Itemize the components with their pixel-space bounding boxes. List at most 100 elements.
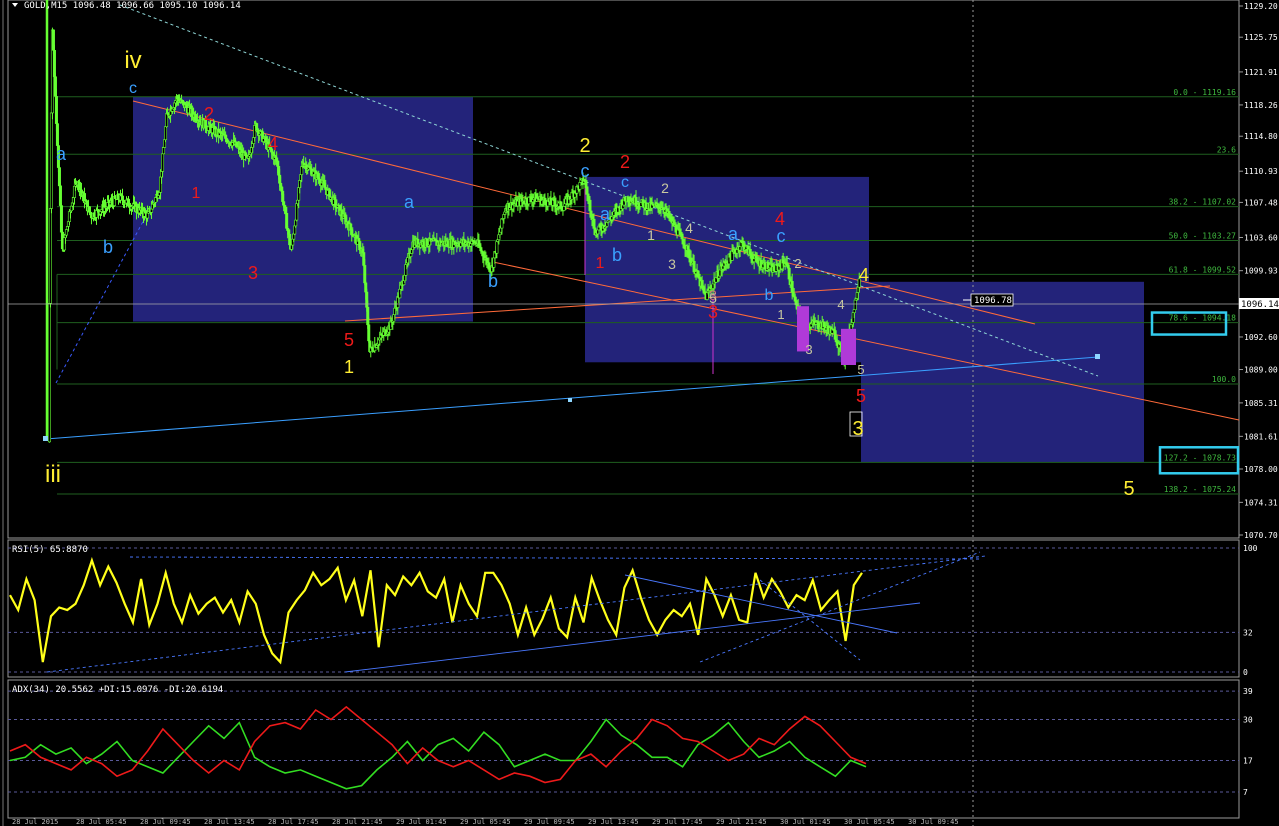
wave-label-iv: iv — [124, 47, 141, 74]
candle-body — [64, 229, 68, 236]
wave-label-3: 3 — [852, 418, 863, 440]
candle-body — [282, 201, 286, 206]
wave-label-c3: c — [621, 174, 629, 191]
wave-label-b3: b — [612, 245, 622, 265]
y-tick-label: 1114.80 — [1244, 132, 1278, 141]
candle-body — [162, 147, 166, 155]
wave-label-c4: c — [777, 226, 786, 246]
y-tick-label: 1118.26 — [1244, 101, 1278, 110]
x-axis-label: 30 Jul 09:45 — [908, 818, 959, 826]
candle-body — [59, 205, 63, 233]
candle-body — [47, 302, 51, 443]
rsi-header: RSI(5) 65.8870 — [12, 545, 88, 555]
crosshair-price-label: 1096.78 — [974, 296, 1012, 306]
x-axis-label: 28 Jul 09:45 — [140, 818, 191, 826]
y-tick-label: 1099.93 — [1244, 267, 1278, 276]
rsi-tick-label: 32 — [1243, 628, 1253, 637]
candle-body — [853, 299, 857, 311]
trading-chart[interactable]: 0.0 - 1119.16 23.6 38.2 - 1107.02 50.0 - 11… — [0, 0, 1279, 826]
wave-label-a4: a — [728, 224, 739, 244]
candle-body — [641, 199, 645, 203]
y-tick-label: 1110.93 — [1244, 167, 1278, 176]
candle-body — [54, 96, 58, 124]
candle-body — [49, 112, 53, 209]
symbol-header: GOLD,M15 1096.48 1096.66 1095.10 1096.14 — [24, 1, 241, 11]
wave-label-b4: b — [765, 287, 774, 304]
anchor-point — [43, 436, 48, 441]
x-axis-label: 28 Jul 2015 — [12, 818, 58, 826]
fib-label: 38.2 - 1107.02 — [1169, 198, 1237, 207]
wave-label-small-5b: 5 — [857, 362, 864, 377]
candle-body — [852, 309, 856, 313]
candle-body — [498, 231, 502, 236]
y-tick-label: 1085.31 — [1244, 399, 1278, 408]
candle-body — [495, 241, 499, 254]
candle-body — [295, 203, 299, 221]
candle-body — [363, 265, 367, 284]
wave-label-a: a — [56, 144, 67, 164]
wave-label-4: 4 — [859, 265, 869, 285]
current-price-label: 1096.14 — [1241, 300, 1279, 310]
wave-label-red-5b: 5 — [856, 386, 866, 406]
wave-label-a3: a — [600, 204, 611, 224]
wave-label-small-2b: 2 — [794, 256, 801, 271]
fib-label: 100.0 — [1212, 375, 1236, 384]
candle-body — [87, 206, 91, 213]
y-tick-label: 1129.20 — [1244, 2, 1278, 11]
candle-body — [562, 206, 566, 211]
wave-label-small-1b: 1 — [777, 307, 784, 322]
wave-label-red-1b: 1 — [596, 255, 605, 272]
x-axis-label: 30 Jul 05:45 — [844, 818, 895, 826]
y-tick-label: 1092.60 — [1244, 333, 1278, 342]
candle-body — [692, 260, 696, 273]
x-axis-label: 28 Jul 21:45 — [332, 818, 383, 826]
rsi-tick-label: 0 — [1243, 668, 1248, 677]
adx-tick-label: 39 — [1243, 687, 1253, 696]
wave-label-red-5: 5 — [344, 330, 354, 350]
wave-label-small-2: 2 — [661, 180, 669, 196]
y-tick-label: 1070.70 — [1244, 531, 1278, 540]
rsi-tick-label: 100 — [1243, 544, 1258, 553]
wave-label-red-2b: 2 — [620, 152, 630, 172]
x-axis-label: 28 Jul 13:45 — [204, 818, 255, 826]
candle-body — [150, 208, 154, 213]
fib-label: 50.0 - 1103.27 — [1169, 231, 1237, 240]
wave-label-red-1: 1 — [192, 185, 201, 202]
wave-label-b2: b — [488, 271, 498, 291]
wave-label-small-4: 4 — [685, 220, 693, 236]
fib-label: 61.8 - 1099.52 — [1169, 265, 1237, 274]
wave-label-small-3: 3 — [668, 256, 676, 272]
x-axis-label: 28 Jul 05:45 — [76, 818, 127, 826]
y-tick-label: 1125.75 — [1244, 33, 1278, 42]
y-tick-label: 1074.31 — [1244, 498, 1278, 507]
fib-label: 127.2 - 1078.73 — [1164, 453, 1236, 462]
adx-tick-label: 30 — [1243, 716, 1253, 725]
candle-body — [146, 212, 150, 219]
candle-body — [349, 223, 353, 231]
wave-label-b: b — [103, 237, 113, 257]
y-tick-label: 1107.48 — [1244, 198, 1278, 207]
highlight-bar — [841, 328, 856, 365]
x-axis-label: 28 Jul 17:45 — [268, 818, 319, 826]
wave-label-small-4b: 4 — [837, 297, 844, 312]
adx-tick-label: 17 — [1243, 756, 1253, 765]
wave-label-2: 2 — [579, 135, 590, 157]
x-axis-label: 29 Jul 17:45 — [652, 818, 703, 826]
wave-label-c: c — [129, 80, 137, 97]
x-axis-label: 29 Jul 05:45 — [460, 818, 511, 826]
wave-label-c2: c — [581, 161, 590, 181]
candle-body — [787, 267, 791, 280]
fib-label: 138.2 - 1075.24 — [1164, 485, 1236, 494]
wave-label-a2: a — [404, 192, 415, 212]
anchor-point — [568, 398, 572, 402]
y-tick-label: 1081.61 — [1244, 432, 1278, 441]
x-axis-label: 30 Jul 01:45 — [780, 818, 831, 826]
wave-label-1: 1 — [344, 357, 354, 377]
wave-label-iii: iii — [45, 461, 61, 488]
x-axis-label: 29 Jul 21:45 — [716, 818, 767, 826]
candle-body — [58, 185, 62, 206]
candle-body — [589, 210, 593, 216]
candle-body — [324, 187, 328, 190]
wave-label-small-3b: 3 — [805, 342, 812, 357]
rsi-panel — [7, 539, 1240, 678]
